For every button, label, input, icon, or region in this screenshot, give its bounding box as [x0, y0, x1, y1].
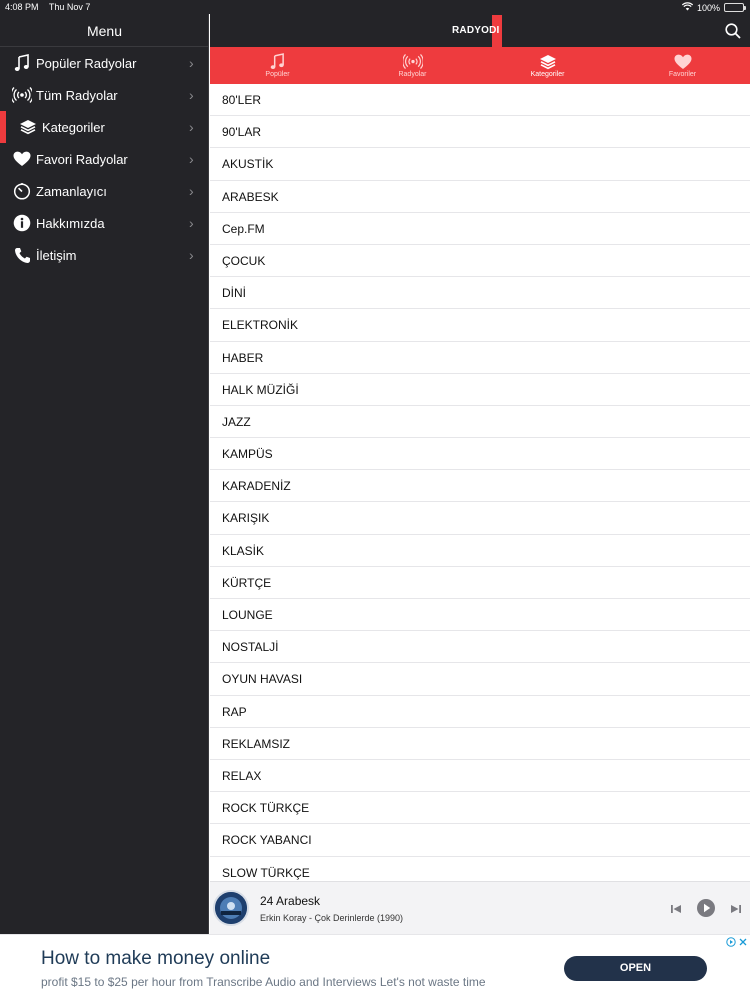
category-row[interactable]: ELEKTRONİK: [210, 309, 750, 342]
ad-choices-icon[interactable]: [726, 937, 748, 947]
tab-label: Favoriler: [668, 71, 697, 78]
sidebar-menu: Popüler Radyolar › Tüm Radyolar › Katego…: [0, 46, 209, 271]
sidebar-item-iletisim[interactable]: İletişim ›: [0, 239, 209, 271]
category-row[interactable]: ROCK TÜRKÇE: [210, 792, 750, 825]
now-playing-bar[interactable]: 24 Arabesk Erkin Koray - Çok Derinlerde …: [210, 881, 750, 934]
category-row[interactable]: DİNİ: [210, 277, 750, 310]
tab-favoriler[interactable]: Favoriler: [615, 47, 750, 84]
broadcast-icon: [402, 52, 423, 71]
sidebar-item-tum-radyolar[interactable]: Tüm Radyolar ›: [0, 79, 209, 111]
chevron-right-icon: ›: [189, 119, 194, 135]
wifi-icon: [681, 2, 694, 13]
sidebar-item-label: Popüler Radyolar: [36, 55, 137, 71]
broadcast-icon: [12, 85, 32, 105]
app-root: 4:08 PM Thu Nov 7 100% Menu Popüler Rady…: [0, 0, 750, 1000]
phone-icon: [12, 245, 32, 265]
category-row[interactable]: 80'LER: [210, 84, 750, 117]
category-row[interactable]: AKUSTİK: [210, 148, 750, 181]
chevron-right-icon: ›: [189, 215, 194, 231]
tab-bar: Popüler Radyolar Kategoriler Favoriler: [210, 47, 750, 84]
timer-icon: [12, 181, 32, 201]
category-row[interactable]: JAZZ: [210, 406, 750, 439]
chevron-right-icon: ›: [189, 87, 194, 103]
battery-icon: [724, 3, 746, 12]
category-row[interactable]: ÇOCUK: [210, 245, 750, 278]
tab-populer[interactable]: Popüler: [210, 47, 345, 84]
next-icon[interactable]: [730, 902, 742, 920]
sidebar-item-populer-radyolar[interactable]: Popüler Radyolar ›: [0, 47, 209, 79]
play-icon[interactable]: [696, 898, 716, 923]
tab-label: Kategoriler: [530, 71, 565, 78]
sidebar-item-favori-radyolar[interactable]: Favori Radyolar ›: [0, 143, 209, 175]
category-row[interactable]: LOUNGE: [210, 599, 750, 632]
tab-radyolar[interactable]: Radyolar: [345, 47, 480, 84]
category-row[interactable]: HABER: [210, 342, 750, 374]
category-row[interactable]: KÜRTÇE: [210, 567, 750, 599]
ad-title: How to make money online: [41, 948, 271, 969]
station-name: 24 Arabesk: [260, 894, 321, 908]
sidebar-item-label: Tüm Radyolar: [36, 87, 118, 103]
chevron-right-icon: ›: [189, 183, 194, 199]
category-row[interactable]: ROCK YABANCI: [210, 824, 750, 857]
music-note-icon: [270, 52, 285, 71]
sidebar-item-label: İletişim: [36, 247, 77, 263]
chevron-right-icon: ›: [189, 55, 194, 71]
heart-icon: [12, 149, 32, 169]
info-icon: [12, 213, 32, 233]
category-row[interactable]: KAMPÜS: [210, 438, 750, 471]
music-note-icon: [12, 53, 32, 73]
category-row[interactable]: HALK MÜZİĞİ: [210, 374, 750, 406]
category-row[interactable]: ARABESK: [210, 181, 750, 213]
category-row[interactable]: 90'LAR: [210, 116, 750, 149]
tab-label: Popüler: [265, 71, 290, 78]
sidebar-item-hakkimizda[interactable]: Hakkımızda ›: [0, 207, 209, 239]
sidebar-title: Menu: [86, 23, 123, 39]
sidebar-item-kategoriler[interactable]: Kategoriler ›: [0, 111, 209, 143]
status-time: 4:08 PM: [5, 2, 39, 12]
layers-icon: [539, 52, 557, 71]
category-row[interactable]: NOSTALJİ: [210, 631, 750, 664]
chevron-right-icon: ›: [189, 151, 194, 167]
search-icon[interactable]: [724, 22, 742, 40]
battery-percentage: 100%: [696, 2, 720, 13]
tab-kategoriler[interactable]: Kategoriler: [480, 47, 615, 84]
sidebar-item-label: Favori Radyolar: [36, 151, 128, 167]
tab-label: Radyolar: [398, 71, 427, 78]
category-row[interactable]: KARIŞIK: [210, 502, 750, 535]
status-bar: 4:08 PM Thu Nov 7 100%: [0, 0, 750, 14]
category-list[interactable]: 80'LER 90'LAR AKUSTİK ARABESK Cep.FM ÇOC…: [210, 84, 750, 881]
sidebar: Menu Popüler Radyolar › Tüm Radyolar › K…: [0, 0, 209, 934]
category-row[interactable]: KLASİK: [210, 535, 750, 567]
ad-description: profit $15 to $25 per hour from Transcri…: [41, 975, 486, 989]
active-indicator: [0, 111, 6, 143]
station-logo: [213, 890, 249, 926]
category-row[interactable]: SLOW TÜRKÇE: [210, 857, 750, 882]
category-row[interactable]: REKLAMSIZ: [210, 728, 750, 760]
category-row[interactable]: Cep.FM: [210, 213, 750, 245]
sidebar-item-label: Hakkımızda: [36, 215, 105, 231]
category-row[interactable]: RELAX: [210, 760, 750, 793]
app-logo: RADYODI: [452, 25, 500, 36]
status-date: Thu Nov 7: [48, 2, 91, 12]
sidebar-item-label: Zamanlayıcı: [36, 183, 107, 199]
top-header: RADYODI: [210, 14, 750, 47]
sidebar-item-label: Kategoriler: [42, 119, 105, 135]
category-row[interactable]: KARADENİZ: [210, 470, 750, 503]
heart-icon: [674, 52, 692, 71]
track-title: Erkin Koray - Çok Derinlerde (1990): [260, 913, 404, 923]
ad-banner[interactable]: How to make money online profit $15 to $…: [0, 934, 750, 1000]
layers-icon: [18, 117, 38, 137]
previous-icon[interactable]: [670, 902, 682, 920]
category-row[interactable]: RAP: [210, 696, 750, 728]
category-row[interactable]: OYUN HAVASI: [210, 663, 750, 696]
sidebar-item-zamanlayici[interactable]: Zamanlayıcı ›: [0, 175, 209, 207]
chevron-right-icon: ›: [189, 247, 194, 263]
ad-open-button[interactable]: OPEN: [564, 956, 707, 981]
